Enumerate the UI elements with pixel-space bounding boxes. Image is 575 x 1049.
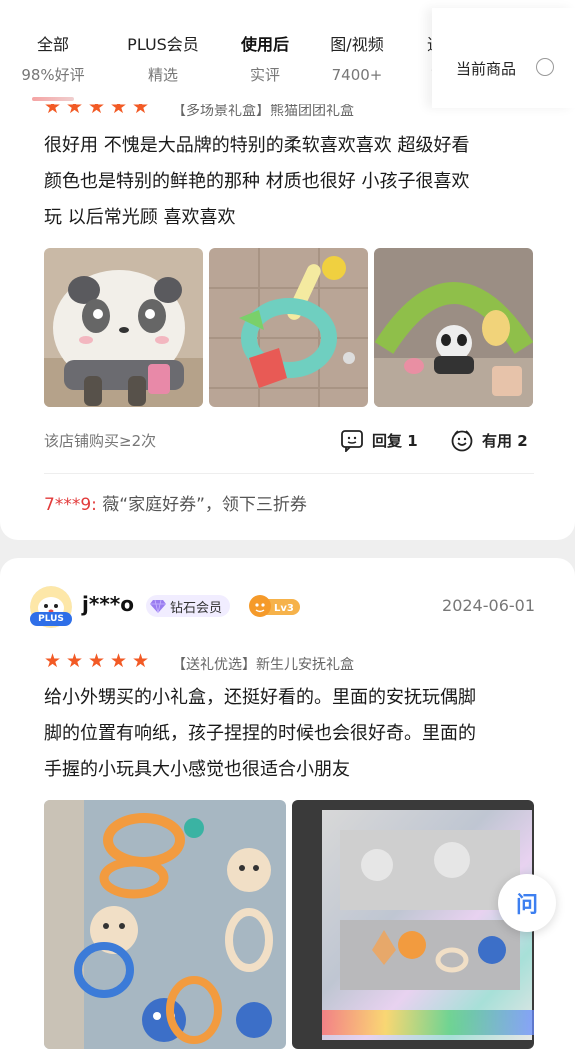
username[interactable]: j***o (82, 592, 134, 616)
useful-face-icon (451, 430, 473, 452)
review-line: 脚的位置有响纸，孩子捏捏的时候也会很好奇。里面的 (44, 723, 476, 744)
review-photo[interactable] (44, 248, 203, 407)
gift-box-image (292, 800, 534, 1049)
star-rating: ★ ★ ★ ★ ★ (44, 652, 154, 671)
tab-sub: 精选 (147, 66, 178, 84)
plus-badge: PLUS (30, 612, 72, 626)
useful-button[interactable]: 有用 2 (450, 428, 528, 452)
review-line: 手握的小玩具大小感觉也很适合小朋友 (44, 759, 350, 780)
tab-all[interactable]: 全部 98%好评 (0, 34, 108, 86)
star-icon: ★ (88, 650, 106, 672)
current-goods-filter[interactable]: 当前商品 (432, 8, 575, 108)
teether-toys-image (44, 800, 286, 1049)
tab-underline (32, 97, 74, 101)
comment-icon (341, 430, 363, 452)
divider (44, 473, 534, 474)
tab-sub: 7400+ (331, 66, 383, 84)
repeat-purchase-note: 该店铺购买≥2次 (44, 432, 157, 450)
tab-label: PLUS会员 (127, 35, 199, 54)
ask-question-button[interactable]: 问 (498, 874, 556, 932)
tab-plus-member[interactable]: PLUS会员 精选 (108, 34, 218, 86)
radio-icon[interactable] (536, 58, 554, 76)
reply-preview[interactable]: 7***9: 薇“家庭好券”，领下三折券 (44, 490, 307, 515)
tab-label: 全部 (36, 35, 69, 54)
reply-count-label: 回复 1 (372, 431, 418, 450)
reply-text: 薇“家庭好券”，领下三折券 (102, 495, 307, 515)
panda-plush-image (44, 248, 203, 407)
current-goods-label: 当前商品 (456, 60, 517, 78)
review-card: PLUS j***o 钻石会员 Lv3 2024-06-01 ★ ★ ★ ★ ★… (0, 558, 575, 1049)
review-photo[interactable] (374, 248, 533, 407)
star-icon: ★ (66, 650, 84, 672)
tab-sub: 98%好评 (21, 66, 85, 84)
review-photo[interactable] (209, 248, 368, 407)
tab-label: 图/视频 (330, 35, 384, 54)
review-date: 2024-06-01 (442, 596, 535, 615)
review-line: 给小外甥买的小礼盒，还挺好看的。里面的安抚玩偶脚 (44, 687, 476, 708)
product-tag: 【送礼优选】新生儿安抚礼盒 (172, 657, 354, 673)
diamond-icon (150, 599, 166, 613)
reply-user: 7***9: (44, 495, 97, 515)
review-line: 玩 以后常光顾 喜欢喜欢 (44, 207, 236, 228)
review-line: 颜色也是特别的鲜艳的那种 材质也很好 小孩子很喜欢 (44, 171, 470, 192)
level-badge-icon: Lv3 (249, 595, 300, 617)
review-text: 给小外甥买的小礼盒，还挺好看的。里面的安抚玩偶脚 脚的位置有响纸，孩子捏捏的时候… (44, 680, 544, 788)
play-gym-image (374, 248, 533, 407)
member-level-label: 钻石会员 (170, 600, 223, 616)
rattle-toy-image (209, 248, 368, 407)
level-badge-text: Lv3 (274, 603, 294, 614)
reply-button[interactable]: 回复 1 (340, 428, 418, 452)
useful-count-label: 有用 2 (482, 431, 528, 450)
review-photo[interactable] (292, 800, 534, 1049)
star-icon: ★ (44, 650, 62, 672)
star-icon: ★ (110, 650, 128, 672)
level-badge: Lv3 (248, 594, 302, 618)
review-photo[interactable] (44, 800, 286, 1049)
tab-image-video[interactable]: 图/视频 7400+ (302, 34, 412, 86)
review-text: 很好用 不愧是大品牌的特别的柔软喜欢喜欢 超级好看 颜色也是特别的鲜艳的那种 材… (44, 128, 544, 236)
review-card: ★ ★ ★ ★ ★ 【多场景礼盒】熊猫团团礼盒 很好用 不愧是大品牌的特别的柔软… (0, 90, 575, 540)
star-icon: ★ (132, 650, 150, 672)
review-line: 很好用 不愧是大品牌的特别的柔软喜欢喜欢 超级好看 (44, 135, 470, 156)
member-level-badge: 钻石会员 (146, 595, 231, 617)
